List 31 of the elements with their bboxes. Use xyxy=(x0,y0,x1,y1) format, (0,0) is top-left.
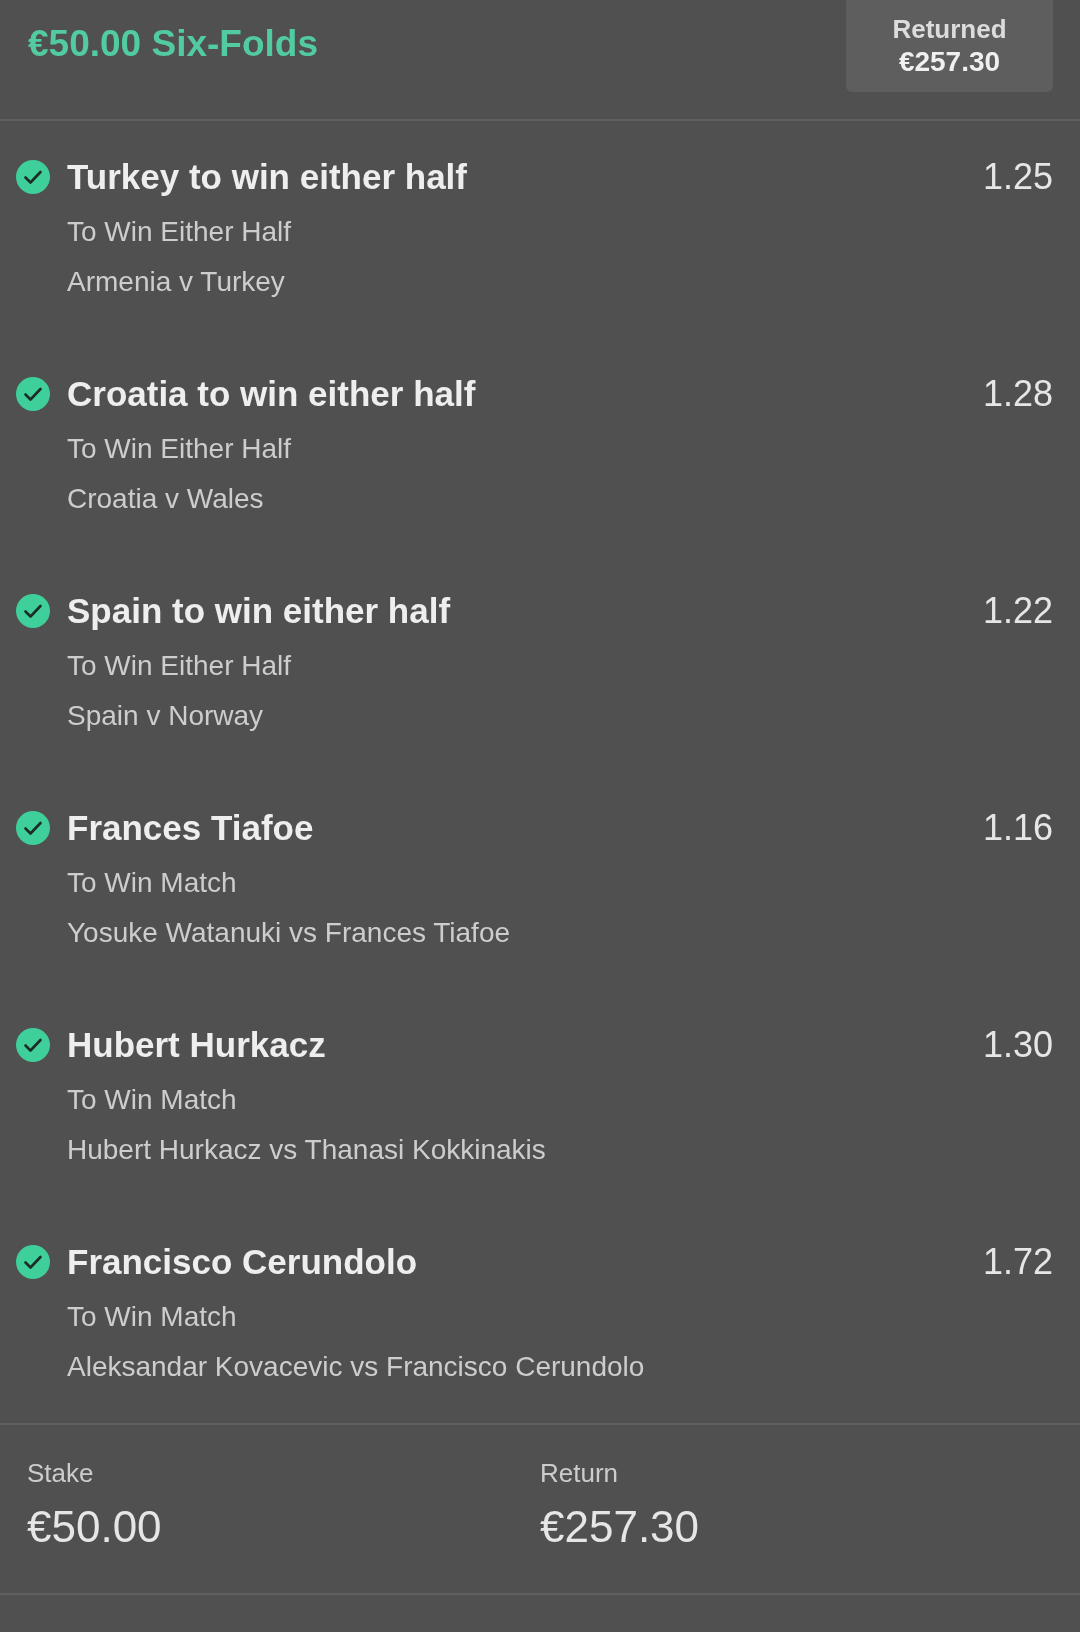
odds: 1.22 xyxy=(982,591,1053,631)
event-name: Hubert Hurkacz vs Thanasi Kokkinakis xyxy=(67,1133,546,1167)
selection-name: Turkey to win either half xyxy=(67,157,467,197)
returned-amount: €257.30 xyxy=(898,45,1001,79)
selection-name: Spain to win either half xyxy=(67,591,451,631)
event-name: Aleksandar Kovacevic vs Francisco Cerundolo xyxy=(67,1350,645,1384)
event-name: Armenia v Turkey xyxy=(67,265,285,299)
selection-name: Frances Tiafoe xyxy=(67,808,314,848)
event-name: Yosuke Watanuki vs Frances Tiafoe xyxy=(67,916,511,950)
odds: 1.30 xyxy=(982,1025,1053,1065)
odds: 1.25 xyxy=(982,157,1053,197)
odds: 1.72 xyxy=(982,1242,1053,1282)
summary-amount: €50.00 xyxy=(27,1502,162,1552)
selection-name: Francisco Cerundolo xyxy=(67,1242,418,1282)
returned-label: Returned xyxy=(892,13,1007,45)
summary-label: Stake xyxy=(27,1458,94,1488)
market-name: To Win Match xyxy=(67,866,237,900)
selection-name: Hubert Hurkacz xyxy=(67,1025,326,1065)
summary-label: Return xyxy=(540,1458,619,1488)
market-name: To Win Either Half xyxy=(67,649,292,683)
market-name: To Win Either Half xyxy=(67,432,292,466)
odds: 1.16 xyxy=(982,808,1053,848)
bet-title: €50.00 Six-Folds xyxy=(28,22,318,66)
market-name: To Win Match xyxy=(67,1300,237,1334)
summary-amount: €257.30 xyxy=(540,1502,700,1552)
selection-name: Croatia to win either half xyxy=(67,374,476,414)
event-name: Croatia v Wales xyxy=(67,482,264,516)
event-name: Spain v Norway xyxy=(67,699,264,733)
market-name: To Win Either Half xyxy=(67,215,292,249)
market-name: To Win Match xyxy=(67,1083,237,1117)
odds: 1.28 xyxy=(982,374,1053,414)
